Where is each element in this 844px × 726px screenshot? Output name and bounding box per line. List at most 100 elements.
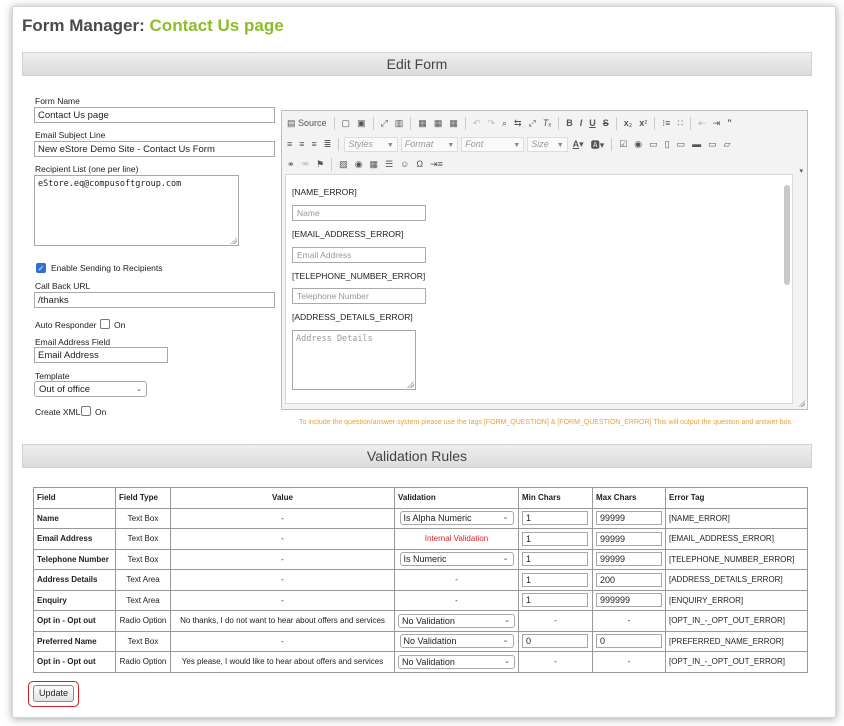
justify-icon[interactable]: ≣ [322, 139, 334, 150]
font-combo[interactable]: Font ▼ [461, 136, 525, 152]
min-chars-input[interactable]: 1 [522, 572, 588, 587]
editor-scrollbar[interactable] [784, 185, 790, 285]
max-chars: - [627, 616, 631, 626]
create-xml-checkbox[interactable] [81, 406, 91, 416]
styles-combo[interactable]: Styles ▼ [344, 136, 398, 152]
outdent-icon[interactable]: ⇤ [696, 118, 708, 129]
align-left-icon[interactable]: ≡ [285, 139, 294, 149]
bulleted-list-icon[interactable]: ∷ [675, 118, 685, 129]
button-field-icon[interactable]: ▬ [690, 139, 703, 149]
min-chars: - [554, 616, 557, 626]
editor-content-area[interactable]: [NAME_ERROR] Name [EMAIL_ADDRESS_ERROR] … [285, 174, 793, 404]
replace-icon[interactable]: ⇆ [512, 118, 524, 129]
link-icon[interactable]: ⚭ [285, 159, 297, 170]
min-chars-input[interactable]: 0 [522, 634, 588, 649]
show-blocks-icon[interactable]: ▥ [393, 118, 406, 129]
undo-icon[interactable]: ↶ [471, 118, 483, 129]
recipient-textarea[interactable]: eStore.eq@compusoftgroup.com [34, 175, 239, 246]
size-combo[interactable]: Size ▼ [527, 136, 568, 152]
error-tag: [NAME_ERROR] [669, 513, 730, 523]
enable-sending-checkbox[interactable]: ✓ [36, 263, 46, 273]
new-page-icon[interactable]: ▢ [340, 118, 353, 129]
min-chars-input[interactable]: 1 [522, 531, 588, 546]
validation-select[interactable]: No Validation ⌄ [398, 654, 515, 669]
update-button[interactable]: Update [33, 685, 74, 702]
find-icon[interactable]: ⌕ [500, 118, 509, 129]
max-chars-input[interactable]: 99999 [596, 531, 662, 546]
name-placeholder-field[interactable]: Name [292, 205, 426, 221]
superscript-icon[interactable]: x² [637, 118, 649, 128]
min-chars-input[interactable]: 1 [522, 511, 588, 526]
textfield-icon[interactable]: ▭ [647, 139, 660, 150]
error-tag: [PREFERRED_NAME_ERROR] [669, 636, 784, 646]
max-chars-input[interactable]: 0 [596, 634, 662, 649]
preview-icon[interactable]: ▣ [355, 118, 368, 129]
telephone-placeholder-field[interactable]: Telephone Number [292, 288, 426, 304]
max-chars-input[interactable]: 200 [596, 572, 662, 587]
hidden-field-icon[interactable]: ▱ [722, 139, 733, 150]
bold-icon[interactable]: B [564, 118, 575, 128]
radio-icon[interactable]: ◉ [632, 139, 644, 150]
paste-icon[interactable]: ▦ [416, 118, 429, 129]
format-combo[interactable]: Format ▼ [400, 136, 459, 152]
redo-icon[interactable]: ↷ [485, 118, 497, 129]
strike-icon[interactable]: S [601, 118, 611, 128]
resize-grip-icon[interactable] [230, 237, 237, 244]
email-placeholder-field[interactable]: Email Address [292, 247, 426, 263]
auto-responder-checkbox[interactable] [100, 319, 110, 329]
min-chars-input[interactable]: 1 [522, 552, 588, 567]
horizontal-rule-icon[interactable]: ☰ [383, 159, 395, 170]
editor-toolbar-row1: ▤ Source ▢ ▣ ⤢ ▥ ▦ ▦ ▦ ↶ ↷ ⌕ ⇆ ⤢ Tₓ B I … [285, 114, 734, 132]
page-break-icon[interactable]: ⇥≡ [428, 159, 445, 170]
max-chars-input[interactable]: 999999 [596, 593, 662, 608]
maximize-icon[interactable]: ⤢ [379, 118, 390, 129]
indent-icon[interactable]: ⇥ [711, 118, 723, 129]
align-right-icon[interactable]: ≡ [310, 139, 319, 149]
email-field-input[interactable]: Email Address [34, 347, 168, 363]
select-field-icon[interactable]: ▭ [675, 139, 688, 150]
text-color-icon[interactable]: A▾ [571, 139, 586, 150]
validation-select[interactable]: Is Numeric ⌄ [399, 552, 514, 567]
template-select[interactable]: Out of office ⌄ [34, 381, 147, 397]
resize-grip-icon[interactable] [407, 381, 414, 388]
error-tag: [EMAIL_ADDRESS_ERROR] [669, 534, 774, 544]
underline-icon[interactable]: U [587, 118, 598, 128]
callback-input[interactable]: /thanks [34, 292, 275, 308]
image-button-icon[interactable]: ▭ [706, 139, 719, 150]
numbered-list-icon[interactable]: ⁝≡ [660, 118, 672, 129]
max-chars-input[interactable]: 99999 [596, 552, 662, 567]
toolbar-collapse-icon[interactable]: ▾ [799, 167, 803, 175]
question-tags-note: To include the question/answer system pl… [299, 419, 793, 426]
form-icon[interactable]: ☑ [617, 139, 629, 150]
validation-select[interactable]: No Validation ⌄ [399, 634, 514, 649]
smiley-icon[interactable]: ☺ [398, 159, 411, 169]
table-row: Telephone Number Text Box - Is Numeric ⌄ 1 999… [33, 548, 808, 570]
validation-select[interactable]: No Validation ⌄ [398, 613, 515, 628]
special-char-icon[interactable]: Ω [414, 159, 425, 169]
subscript-icon[interactable]: x₂ [622, 118, 635, 128]
select-all-icon[interactable]: ⤢ [527, 118, 538, 129]
editor-resize-icon[interactable] [798, 400, 805, 407]
paste-text-icon[interactable]: ▦ [432, 118, 445, 129]
bg-color-icon[interactable]: 🅰▾ [589, 138, 607, 151]
flash-icon[interactable]: ◉ [353, 159, 365, 170]
table-icon[interactable]: ▦ [368, 159, 381, 170]
max-chars-input[interactable]: 99999 [596, 511, 662, 526]
min-chars-input[interactable]: 1 [522, 593, 588, 608]
unlink-icon[interactable]: ⚮ [300, 159, 312, 170]
textarea-icon[interactable]: ▯ [663, 139, 672, 150]
anchor-icon[interactable]: ⚑ [314, 159, 326, 170]
field-name: Email Address [37, 534, 93, 544]
subject-input[interactable]: New eStore Demo Site - Contact Us Form [34, 141, 275, 157]
form-name-input[interactable]: Contact Us page [34, 107, 275, 123]
align-center-icon[interactable]: ≡ [297, 139, 306, 149]
title-prefix: Form Manager: [22, 16, 150, 35]
source-button[interactable]: ▤ Source [285, 118, 329, 129]
remove-format-icon[interactable]: Tₓ [541, 118, 553, 128]
image-icon[interactable]: ▨ [337, 159, 350, 170]
validation-select[interactable]: Is Alpha Numeric ⌄ [399, 511, 514, 526]
paste-word-icon[interactable]: ▦ [447, 118, 460, 129]
italic-icon[interactable]: I [578, 118, 585, 128]
address-placeholder-textarea[interactable]: Address Details [292, 330, 416, 390]
blockquote-icon[interactable]: ” [725, 118, 734, 128]
